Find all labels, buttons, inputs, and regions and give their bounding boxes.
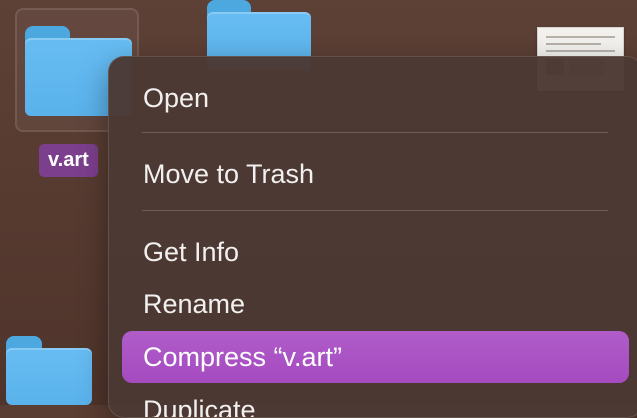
thumbnail-line <box>546 43 601 45</box>
menu-separator <box>142 210 608 211</box>
menu-item-compress[interactable]: Compress “v.art” <box>122 331 629 383</box>
menu-item-label: Move to Trash <box>143 159 315 189</box>
menu-item-duplicate[interactable]: Duplicate <box>122 384 629 418</box>
context-menu: Open Move to Trash Get Info Rename Compr… <box>108 56 637 418</box>
menu-item-label: Get Info <box>143 237 240 267</box>
selected-file-label[interactable]: v.art <box>39 144 98 177</box>
menu-item-label: Duplicate <box>143 395 256 418</box>
thumbnail-line <box>546 36 615 38</box>
menu-item-label: Rename <box>143 289 246 319</box>
menu-item-get-info[interactable]: Get Info <box>122 226 629 278</box>
folder-body <box>6 348 92 405</box>
folder-icon[interactable] <box>6 336 92 405</box>
thumbnail-line <box>546 50 615 52</box>
menu-item-rename[interactable]: Rename <box>122 278 629 330</box>
menu-item-label: Compress “v.art” <box>143 342 343 372</box>
menu-separator <box>142 132 608 133</box>
menu-item-open[interactable]: Open <box>122 72 629 124</box>
menu-item-label: Open <box>143 83 210 113</box>
menu-item-move-to-trash[interactable]: Move to Trash <box>122 148 629 200</box>
